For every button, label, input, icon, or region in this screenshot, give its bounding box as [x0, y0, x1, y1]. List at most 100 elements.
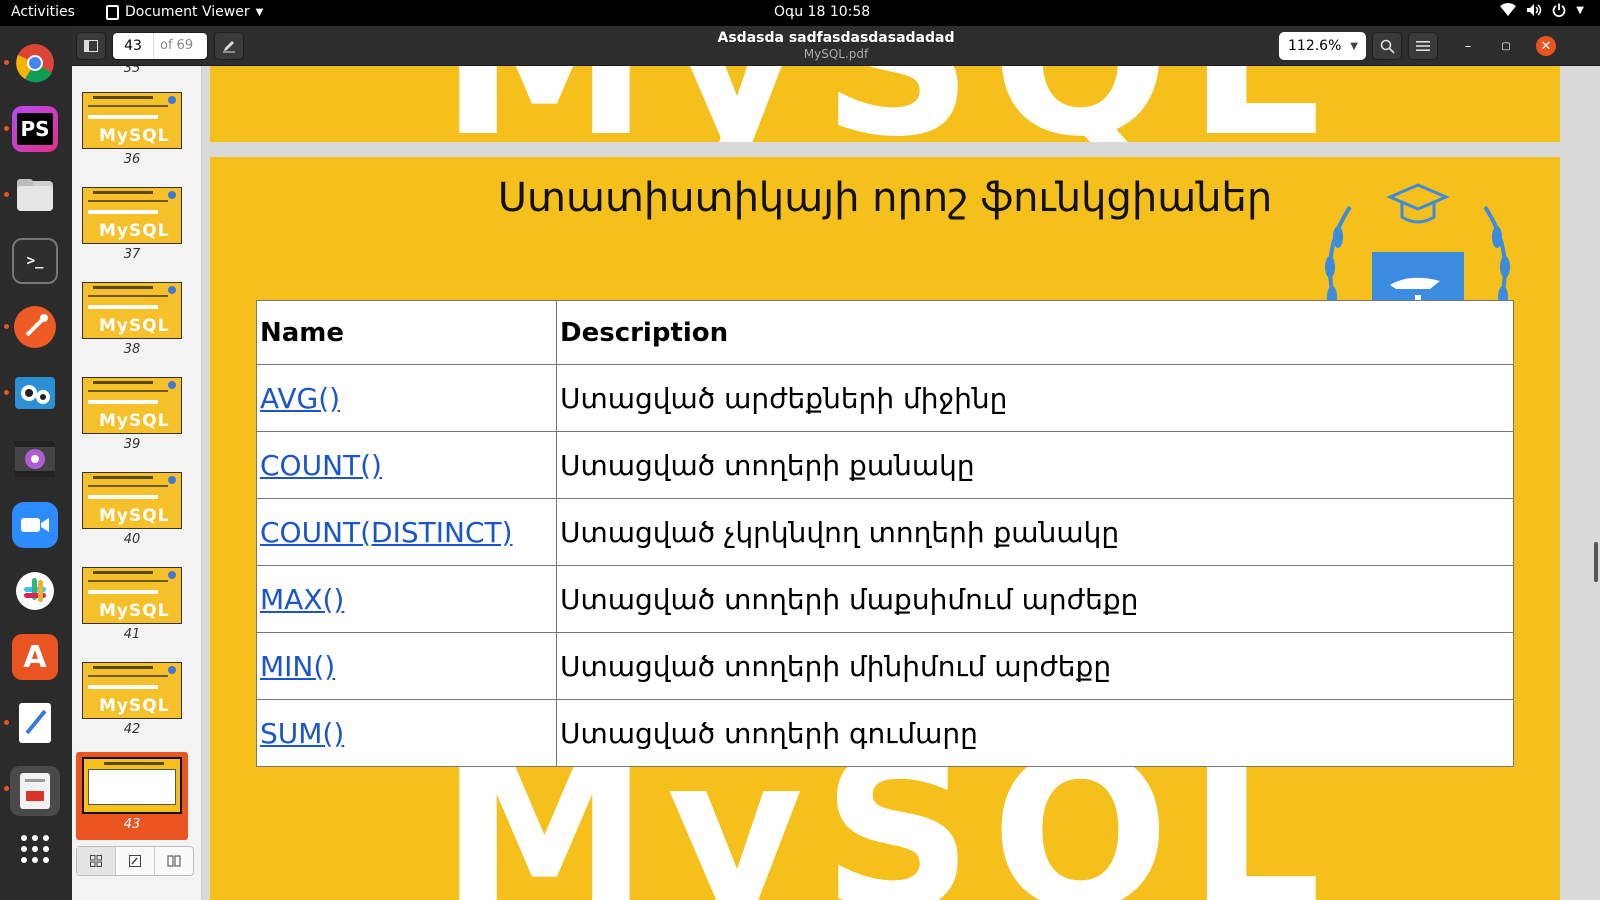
software-icon[interactable]: A [12, 634, 58, 680]
maximize-button[interactable]: ▢ [1496, 36, 1516, 56]
table-header-row: Name Description [256, 300, 1514, 365]
description-cell: Ստացված տողերի մինիմում արժեքը [556, 632, 1514, 700]
name-cell: COUNT(DISTINCT) [256, 498, 557, 566]
running-indicator [4, 192, 9, 197]
current-page: MySQL Ստատիստիկայի որոշ ֆունկցիաներ Name [210, 157, 1560, 900]
terminal-icon[interactable]: >_ [12, 238, 58, 284]
chevron-down-icon: ▼ [1350, 40, 1358, 52]
thumbnail-image: MySQL [82, 567, 182, 624]
wifi-icon [1500, 3, 1517, 16]
text-editor-icon[interactable] [12, 700, 58, 746]
page-total: of 69 [153, 33, 207, 59]
function-link-count-distinct[interactable]: COUNT(DISTINCT) [260, 516, 513, 549]
thumbnail-number: 41 [123, 627, 141, 642]
watermark-logo: MySQL [99, 316, 170, 336]
watermark-logo: MySQL [440, 66, 1339, 142]
watermark-logo: MySQL [99, 126, 170, 146]
functions-table: Name Description AVG() Ստացված արժեքների… [256, 300, 1514, 767]
table-row: AVG() Ստացված արժեքների միջինը [256, 364, 1514, 432]
hamburger-icon [1416, 41, 1430, 51]
search-button[interactable] [1372, 32, 1402, 60]
thumbnail-39[interactable]: MySQL 39 [82, 377, 182, 452]
zoom-selector[interactable]: 112.6% ▼ [1279, 32, 1366, 60]
search-icon [1380, 39, 1395, 54]
thumbnail-sidebar[interactable]: 35 MySQL 36 MySQL 37 MySQL 38 MySQL 39 M… [72, 66, 202, 900]
running-indicator [4, 60, 9, 65]
thumbnail-image [82, 757, 182, 814]
description-cell: Ստացված արժեքների միջինը [556, 364, 1514, 432]
close-button[interactable]: ✕ [1536, 36, 1556, 56]
bookmarks-view-button[interactable] [155, 847, 193, 875]
app-menu[interactable]: Document Viewer ▼ [106, 4, 263, 20]
vertical-scrollbar[interactable] [1594, 542, 1598, 582]
app-grid-icon[interactable] [12, 826, 58, 872]
sidebar-icon [84, 40, 98, 52]
function-link-count[interactable]: COUNT() [260, 449, 382, 482]
running-indicator [4, 126, 9, 131]
chevron-down-icon: ▼ [1576, 4, 1584, 16]
book-icon [167, 855, 181, 867]
screenshot-icon[interactable] [12, 370, 58, 416]
description-cell: Ստացված տողերի գումարը [556, 699, 1514, 767]
chevron-down-icon: ▼ [255, 6, 264, 18]
page-selector[interactable]: of 69 [112, 32, 208, 60]
thumbnail-36[interactable]: MySQL 36 [82, 92, 182, 167]
volume-icon [1527, 4, 1542, 16]
thumbnail-41[interactable]: MySQL 41 [82, 567, 182, 642]
phpstorm-icon[interactable]: PS [12, 106, 58, 152]
watermark-logo: MySQL [99, 506, 170, 526]
table-row: SUM() Ստացված տողերի գումարը [256, 699, 1514, 767]
power-icon [1552, 3, 1566, 17]
video-icon[interactable] [12, 436, 58, 482]
thumbnail-number: 37 [123, 247, 141, 262]
thumbnail-number: 36 [123, 152, 141, 167]
thumbnail-number: 35 [123, 66, 141, 76]
dock: PS >_ A [0, 26, 72, 900]
chrome-icon[interactable] [12, 40, 58, 86]
running-indicator [4, 390, 9, 395]
function-link-min[interactable]: MIN() [260, 650, 335, 683]
function-link-max[interactable]: MAX() [260, 583, 344, 616]
thumbnail-42[interactable]: MySQL 42 [82, 662, 182, 737]
thumbnail-37[interactable]: MySQL 37 [82, 187, 182, 262]
app-menu-label: Document Viewer [125, 4, 250, 20]
zoom-icon[interactable] [12, 502, 58, 548]
document-viewer-icon[interactable] [10, 766, 60, 816]
top-bar: Activities Document Viewer ▼ Օգս 18 10:5… [0, 0, 1600, 26]
close-icon: ✕ [1540, 38, 1552, 54]
function-link-sum[interactable]: SUM() [260, 717, 344, 750]
name-cell: COUNT() [256, 431, 557, 499]
thumbnail-43[interactable]: 43 [82, 757, 182, 832]
watermark-logo: MySQL [99, 221, 170, 241]
table-row: MIN() Ստացված տողերի մինիմում արժեքը [256, 632, 1514, 700]
thumbnail-38[interactable]: MySQL 38 [82, 282, 182, 357]
description-cell: Ստացված չկրկնվող տողերի քանակը [556, 498, 1514, 566]
clock[interactable]: Օգս 18 10:58 [774, 4, 870, 20]
watermark-logo: MySQL [99, 411, 170, 431]
postman-icon[interactable] [12, 304, 58, 350]
previous-page: MySQL [210, 66, 1560, 142]
annotations-view-button[interactable] [116, 847, 155, 875]
watermark-logo: MySQL [99, 601, 170, 621]
thumbnail-image: MySQL [82, 377, 182, 434]
files-icon[interactable] [12, 172, 58, 218]
minimize-button[interactable]: – [1458, 36, 1478, 56]
thumbnails-view-button[interactable] [77, 847, 116, 875]
table-row: MAX() Ստացված տողերի մաքսիմում արժեքը [256, 565, 1514, 633]
annotate-button[interactable] [214, 32, 244, 60]
activities-button[interactable]: Activities [11, 4, 75, 20]
thumbnail-image: MySQL [82, 662, 182, 719]
system-tray[interactable]: ▼ [1500, 3, 1584, 17]
window-title: Asdasda sadfasdasdasadadad [717, 30, 955, 46]
document-view[interactable]: MySQL MySQL Ստատիստիկայի որոշ ֆունկցիանե… [202, 66, 1600, 900]
description-cell: Ստացված տողերի մաքսիմում արժեքը [556, 565, 1514, 633]
grid-icon [90, 855, 102, 867]
thumbnail-40[interactable]: MySQL 40 [82, 472, 182, 547]
running-indicator [4, 324, 9, 329]
header-bar: Asdasda sadfasdasdasadadad MySQL.pdf of … [72, 26, 1600, 66]
sidebar-toggle-button[interactable] [76, 32, 106, 60]
menu-button[interactable] [1408, 32, 1438, 60]
function-link-avg[interactable]: AVG() [260, 382, 340, 415]
page-number-input[interactable] [113, 33, 153, 59]
slack-icon[interactable] [12, 568, 58, 614]
